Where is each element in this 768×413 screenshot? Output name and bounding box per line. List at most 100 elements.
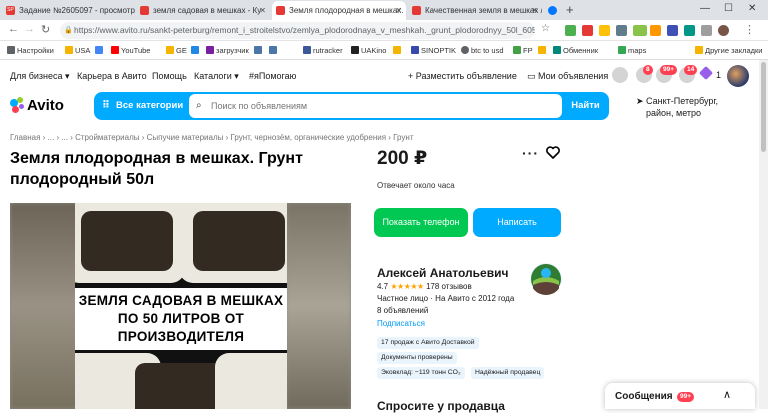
photo-blur-left xyxy=(10,203,80,409)
find-button[interactable]: Найти xyxy=(562,92,609,120)
extension-icon[interactable] xyxy=(650,25,661,36)
messages-count-badge: 99+ xyxy=(677,392,695,402)
my-ads-label: Мои объявления xyxy=(538,71,609,81)
bookmark-item[interactable] xyxy=(392,41,403,60)
extension-icon[interactable] xyxy=(599,25,610,36)
forward-icon[interactable]: → xyxy=(24,23,35,35)
extension-icon[interactable] xyxy=(684,25,695,36)
seller-chip: Эковклад: −119 тонн CO₂ xyxy=(377,367,465,379)
bookmark-item[interactable] xyxy=(190,41,201,60)
bookmark-item[interactable] xyxy=(268,41,279,60)
bookmark-item[interactable]: btc to usd xyxy=(460,41,504,60)
favorites-heart-icon[interactable] xyxy=(612,67,628,83)
more-options-icon[interactable]: ··· xyxy=(522,145,539,161)
bookmark-item[interactable]: Другие закладки xyxy=(694,41,762,60)
bookmark-label: GE xyxy=(176,46,187,55)
bookmarks-bar: Настройки USA YouTube GE загрузчик rutra… xyxy=(0,41,768,60)
help-link[interactable]: Помощь xyxy=(152,71,187,81)
address-bar-row: ← → ↻ 🔒 https://www.avito.ru/sankt-peter… xyxy=(0,20,768,41)
bookmark-item[interactable]: загрузчик xyxy=(205,41,249,60)
bonus-icon[interactable] xyxy=(698,65,714,81)
back-icon[interactable]: ← xyxy=(8,23,19,35)
browser-tab[interactable]: Качественная земля в мешках / ✕ xyxy=(408,1,542,20)
search-bar: ⠿ Все категории ⌕ Поиск по объявлениям Н… xyxy=(94,92,609,120)
scrollbar-thumb[interactable] xyxy=(761,62,766,152)
vk-icon xyxy=(269,46,277,54)
bookmark-item[interactable]: maps xyxy=(617,41,646,60)
promo-image: ЗЕМЛЯ САДОВАЯ В МЕШКАХ ПО 50 ЛИТРОВ ОТ П… xyxy=(75,203,287,409)
seller-ads-count[interactable]: 8 объявлений xyxy=(377,306,428,315)
bookmark-item[interactable] xyxy=(253,41,264,60)
search-input[interactable]: ⌕ Поиск по объявлениям xyxy=(189,94,562,118)
promo-caption: ЗЕМЛЯ САДОВАЯ В МЕШКАХ ПО 50 ЛИТРОВ ОТ П… xyxy=(75,288,287,350)
notifications-badge: 8 xyxy=(643,65,653,75)
seller-rating[interactable]: 4.7 ★★★★★ 178 отзывов xyxy=(377,282,472,291)
photo-blur-right xyxy=(286,203,351,409)
bookmark-item[interactable]: SINOPTIK xyxy=(410,41,456,60)
bookmark-item[interactable]: Настройки xyxy=(6,41,54,60)
bookmark-item[interactable]: UAKino xyxy=(350,41,386,60)
subscribe-link[interactable]: Подписаться xyxy=(377,319,425,328)
bookmark-star-icon[interactable]: ☆ xyxy=(541,23,550,34)
minimize-icon[interactable]: — xyxy=(700,0,710,18)
profile-avatar-icon[interactable] xyxy=(718,25,729,36)
listing-photo[interactable]: ЗЕМЛЯ САДОВАЯ В МЕШКАХ ПО 50 ЛИТРОВ ОТ П… xyxy=(10,203,351,409)
messages-widget[interactable]: Сообщения 99+ ∧ xyxy=(605,383,755,409)
catalogs-link[interactable]: Каталоги ▾ xyxy=(194,71,239,82)
write-message-button[interactable]: Написать xyxy=(473,208,561,237)
breadcrumb[interactable]: Главная › ... › ... › Стройматериалы › С… xyxy=(10,133,413,142)
logo-text: Avito xyxy=(27,97,64,114)
extension-icon[interactable] xyxy=(667,25,678,36)
extension-icon[interactable] xyxy=(582,25,593,36)
seller-chip: Документы проверены xyxy=(377,352,457,364)
bonus-count: 1 xyxy=(716,70,722,80)
folder-icon xyxy=(65,46,73,54)
tab-close-icon[interactable]: ✕ xyxy=(531,1,538,20)
browser-tab[interactable]: SP Задание №2605097 - просмотр xyxy=(2,1,135,20)
tab-label: земля садовая в мешках - Ку xyxy=(153,6,262,15)
browser-tab-active[interactable]: Земля плодородная в мешках. Гр ✕ xyxy=(272,1,406,20)
tab-close-icon[interactable]: ✕ xyxy=(259,1,266,20)
url-field[interactable]: 🔒 https://www.avito.ru/sankt-peterburg/r… xyxy=(60,22,535,39)
bookmark-item[interactable]: YouTube xyxy=(110,41,150,60)
favorite-heart-icon[interactable] xyxy=(546,146,560,159)
folder-icon xyxy=(393,46,401,54)
exchange-icon xyxy=(553,46,561,54)
seller-name[interactable]: Алексей Анатольевич xyxy=(377,266,508,280)
seller-logo-icon xyxy=(531,264,561,295)
extension-icon[interactable] xyxy=(565,25,576,36)
my-ads-link[interactable]: ▭ Мои объявления xyxy=(527,71,608,82)
chevron-up-icon[interactable]: ∧ xyxy=(723,388,731,401)
tab-label: Земля плодородная в мешках. Гр xyxy=(289,6,406,15)
show-phone-button[interactable]: Показать телефон xyxy=(374,208,468,237)
for-business-link[interactable]: Для бизнеса ▾ xyxy=(10,71,70,82)
user-avatar[interactable] xyxy=(727,65,749,87)
ya-pomogayu-link[interactable]: #яПомогаю xyxy=(249,71,296,81)
extension-icon[interactable] xyxy=(633,25,647,36)
menu-kebab-icon[interactable]: ⋮ xyxy=(744,23,755,36)
tab-close-icon[interactable]: ✕ xyxy=(395,1,402,20)
location-selector[interactable]: ➤ Санкт-Петербург, район, метро xyxy=(636,95,718,119)
location-arrow-icon: ➤ xyxy=(636,96,647,106)
bookmark-item[interactable]: rutracker xyxy=(302,41,343,60)
bookmark-item[interactable] xyxy=(94,41,105,60)
messages-label: Сообщения xyxy=(615,391,673,402)
maximize-icon[interactable]: ☐ xyxy=(724,0,733,18)
browser-tab[interactable]: земля садовая в мешках - Ку ✕ xyxy=(136,1,270,20)
tab-favicon-icon xyxy=(412,6,421,15)
reload-icon[interactable]: ↻ xyxy=(41,23,50,36)
browser-tab[interactable] xyxy=(544,1,562,20)
close-window-icon[interactable]: ✕ xyxy=(748,0,756,18)
new-tab-button[interactable]: + xyxy=(566,2,574,17)
all-categories-button[interactable]: ⠿ Все категории xyxy=(94,92,184,120)
careers-link[interactable]: Карьера в Авито xyxy=(77,71,147,81)
bookmark-item[interactable]: Обменник xyxy=(552,41,598,60)
bookmark-item[interactable]: GE xyxy=(165,41,187,60)
extension-icon[interactable] xyxy=(616,25,627,36)
post-ad-link[interactable]: + Разместить объявление xyxy=(408,71,517,81)
extension-icon[interactable] xyxy=(701,25,712,36)
bookmark-item[interactable]: USA xyxy=(64,41,90,60)
seller-avatar[interactable] xyxy=(530,263,562,295)
bookmark-item[interactable] xyxy=(537,41,548,60)
bookmark-item[interactable]: FP xyxy=(512,41,533,60)
